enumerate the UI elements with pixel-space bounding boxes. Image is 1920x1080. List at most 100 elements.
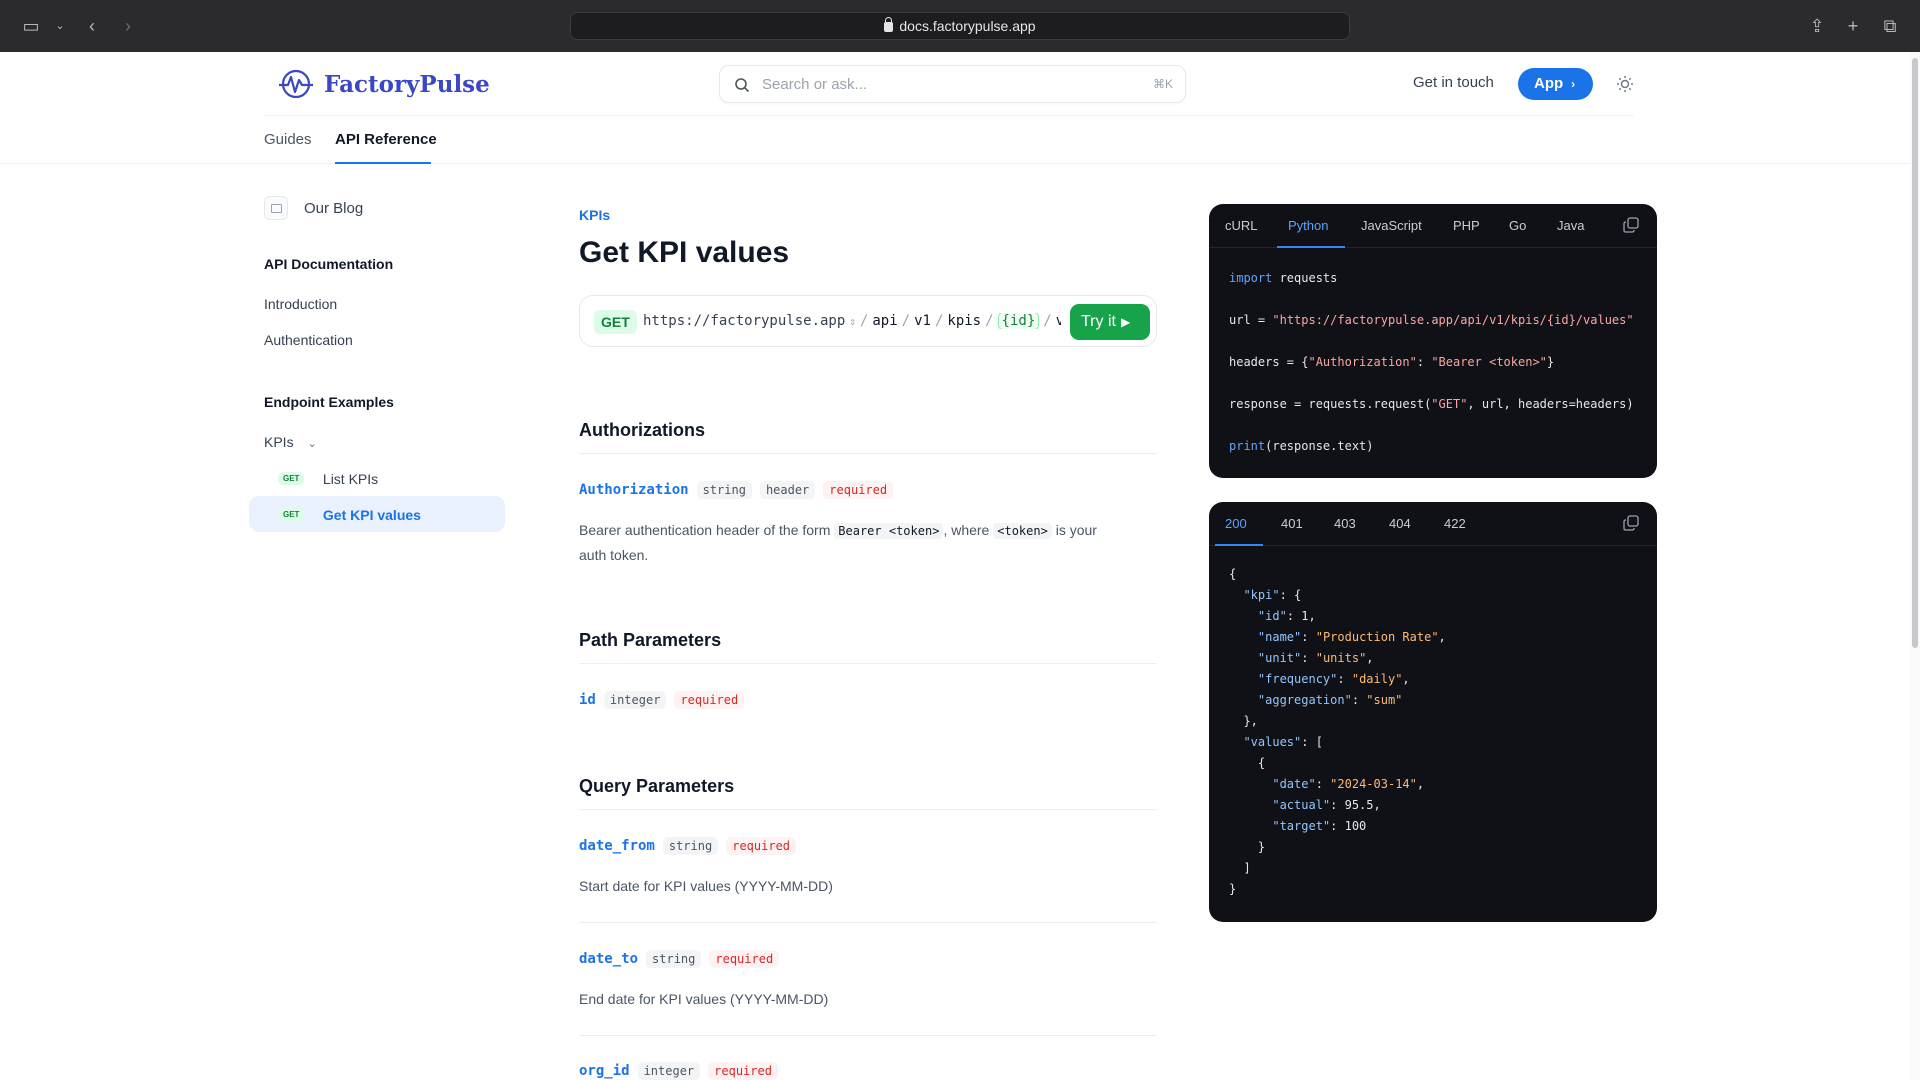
tab-php[interactable]: PHP (1453, 218, 1480, 233)
path-segment: va (1055, 313, 1061, 329)
theme-toggle-sun-icon[interactable] (1616, 75, 1634, 93)
app-button[interactable]: App › (1518, 68, 1593, 100)
endpoint-url[interactable]: https://factorypulse.app ⇕ / api / v1/kpis / {i… (643, 313, 1061, 329)
tab-guides[interactable]: Guides (264, 131, 312, 148)
tab-422[interactable]: 422 (1444, 516, 1466, 531)
select-arrows-icon: ⇕ (849, 315, 856, 328)
sidebar-item-list-kpis[interactable]: GET List KPIs (278, 470, 378, 488)
json-value: 95.5 (1344, 798, 1374, 812)
code-token: : (1416, 355, 1432, 369)
path-parameters-heading: Path Parameters (579, 630, 722, 650)
sidebar-item-blog[interactable]: Our Blog (304, 200, 363, 217)
tab-javascript[interactable]: JavaScript (1361, 218, 1422, 233)
page-scrollbar[interactable] (1910, 52, 1920, 1080)
blog-icon (264, 196, 288, 220)
get-in-touch-link[interactable]: Get in touch (1413, 74, 1494, 91)
code-token: response (1229, 397, 1287, 411)
field-description: Start date for KPI values (YYYY-MM-DD) (579, 878, 833, 894)
try-it-button[interactable]: Try it ▶ (1070, 304, 1150, 340)
auth-field: Authorization string header required (579, 481, 894, 499)
sidebar-toggle-icon[interactable]: ▭ (19, 14, 43, 38)
path-segment: kpis (947, 313, 982, 329)
pulse-logo-icon (279, 69, 313, 99)
tab-go[interactable]: Go (1509, 218, 1526, 233)
sidebar-section-endpoint-examples: Endpoint Examples (264, 394, 394, 410)
query-parameters-heading: Query Parameters (579, 776, 735, 796)
sidebar-section-api-docs: API Documentation (264, 256, 394, 272)
search-placeholder: Search or ask... (762, 76, 868, 93)
inline-code: <token> (993, 523, 1052, 539)
tab-403[interactable]: 403 (1334, 516, 1356, 531)
response-code-panel: 200 401 403 404 422 { "kpi": { "id": 1, … (1209, 502, 1657, 922)
field-name[interactable]: date_to (579, 951, 638, 967)
code-token: requests (1272, 271, 1338, 285)
tab-api-reference[interactable]: API Reference (335, 131, 437, 148)
code-token: , url, headers=headers) (1467, 397, 1634, 411)
field-name[interactable]: date_from (579, 838, 655, 854)
code-token: "Bearer <token>" (1431, 355, 1547, 369)
logo[interactable]: FactoryPulse (278, 68, 490, 100)
scrollbar-thumb[interactable] (1912, 58, 1918, 648)
path-segment: v1 (914, 313, 931, 329)
location-badge: header (759, 481, 816, 499)
back-icon[interactable]: ‹ (80, 14, 104, 38)
query-field-date-from: date_from string required (579, 837, 797, 855)
base-url-select[interactable]: https://factorypulse.app (643, 313, 845, 329)
forward-icon[interactable]: › (116, 14, 140, 38)
sidebar-item-introduction[interactable]: Introduction (264, 296, 337, 312)
json-key: "actual" (1272, 798, 1331, 812)
tab-curl[interactable]: cURL (1225, 218, 1258, 233)
json-value: "sum" (1366, 693, 1403, 707)
code-block: import requests url = "https://factorypu… (1229, 268, 1634, 457)
path-param-id[interactable]: {id} (997, 313, 1040, 329)
lock-icon (884, 17, 894, 32)
share-icon[interactable]: ⇪ (1805, 14, 1829, 38)
new-tab-icon[interactable]: + (1841, 14, 1865, 38)
header-divider (264, 115, 1634, 116)
search-shortcut: ⌘K (1152, 77, 1173, 91)
desc-text: is your (1055, 522, 1097, 538)
field-name[interactable]: id (579, 692, 596, 708)
json-value: "daily" (1351, 672, 1403, 686)
code-token: "GET" (1431, 397, 1468, 411)
tab-overview-icon[interactable]: ⧉ (1878, 14, 1902, 38)
method-badge: GET (278, 472, 305, 486)
field-name[interactable]: org_id (579, 1063, 630, 1079)
sidebar-group-kpis[interactable]: KPIs ⌄ (264, 434, 317, 450)
json-key: "name" (1257, 630, 1302, 644)
play-icon: ▶ (1120, 315, 1131, 329)
chevron-down-icon[interactable]: ⌄ (48, 14, 72, 38)
type-badge: integer (603, 691, 667, 709)
page-title: Get KPI values (579, 236, 790, 269)
desc-text: , where (943, 522, 990, 538)
copy-icon[interactable] (1623, 515, 1639, 531)
tab-404[interactable]: 404 (1389, 516, 1411, 531)
path-segment: api (872, 313, 898, 329)
code-token: = { (1279, 355, 1309, 369)
sidebar-item-get-kpi-values[interactable]: GET Get KPI values (278, 506, 421, 524)
required-badge: required (709, 950, 780, 968)
field-name[interactable]: Authorization (579, 482, 689, 498)
tab-200[interactable]: 200 (1225, 516, 1247, 531)
copy-icon[interactable] (1623, 217, 1639, 233)
sidebar-item-label: Get KPI values (322, 506, 421, 523)
sidebar-item-authentication[interactable]: Authentication (264, 332, 353, 348)
required-badge: required (708, 1062, 778, 1080)
code-token: url (1229, 313, 1251, 327)
search-icon (735, 78, 750, 93)
tab-401[interactable]: 401 (1281, 516, 1303, 531)
json-key: "id" (1257, 609, 1287, 623)
desc-text: Bearer authentication header of the form (579, 522, 831, 538)
tab-python[interactable]: Python (1288, 218, 1328, 233)
code-token: } (1546, 355, 1555, 369)
tab-java[interactable]: Java (1557, 218, 1584, 233)
type-badge: string (646, 950, 702, 968)
chevron-right-icon: › (1571, 77, 1576, 91)
inline-code: Bearer <token> (834, 523, 944, 539)
search-input[interactable]: Search or ask... ⌘K (719, 65, 1186, 103)
address-bar[interactable]: docs.factorypulse.app (570, 12, 1350, 40)
json-key: "date" (1272, 777, 1316, 791)
breadcrumb[interactable]: KPIs (579, 207, 610, 223)
json-key: "values" (1243, 735, 1302, 749)
path-field-id: id integer required (579, 691, 745, 709)
